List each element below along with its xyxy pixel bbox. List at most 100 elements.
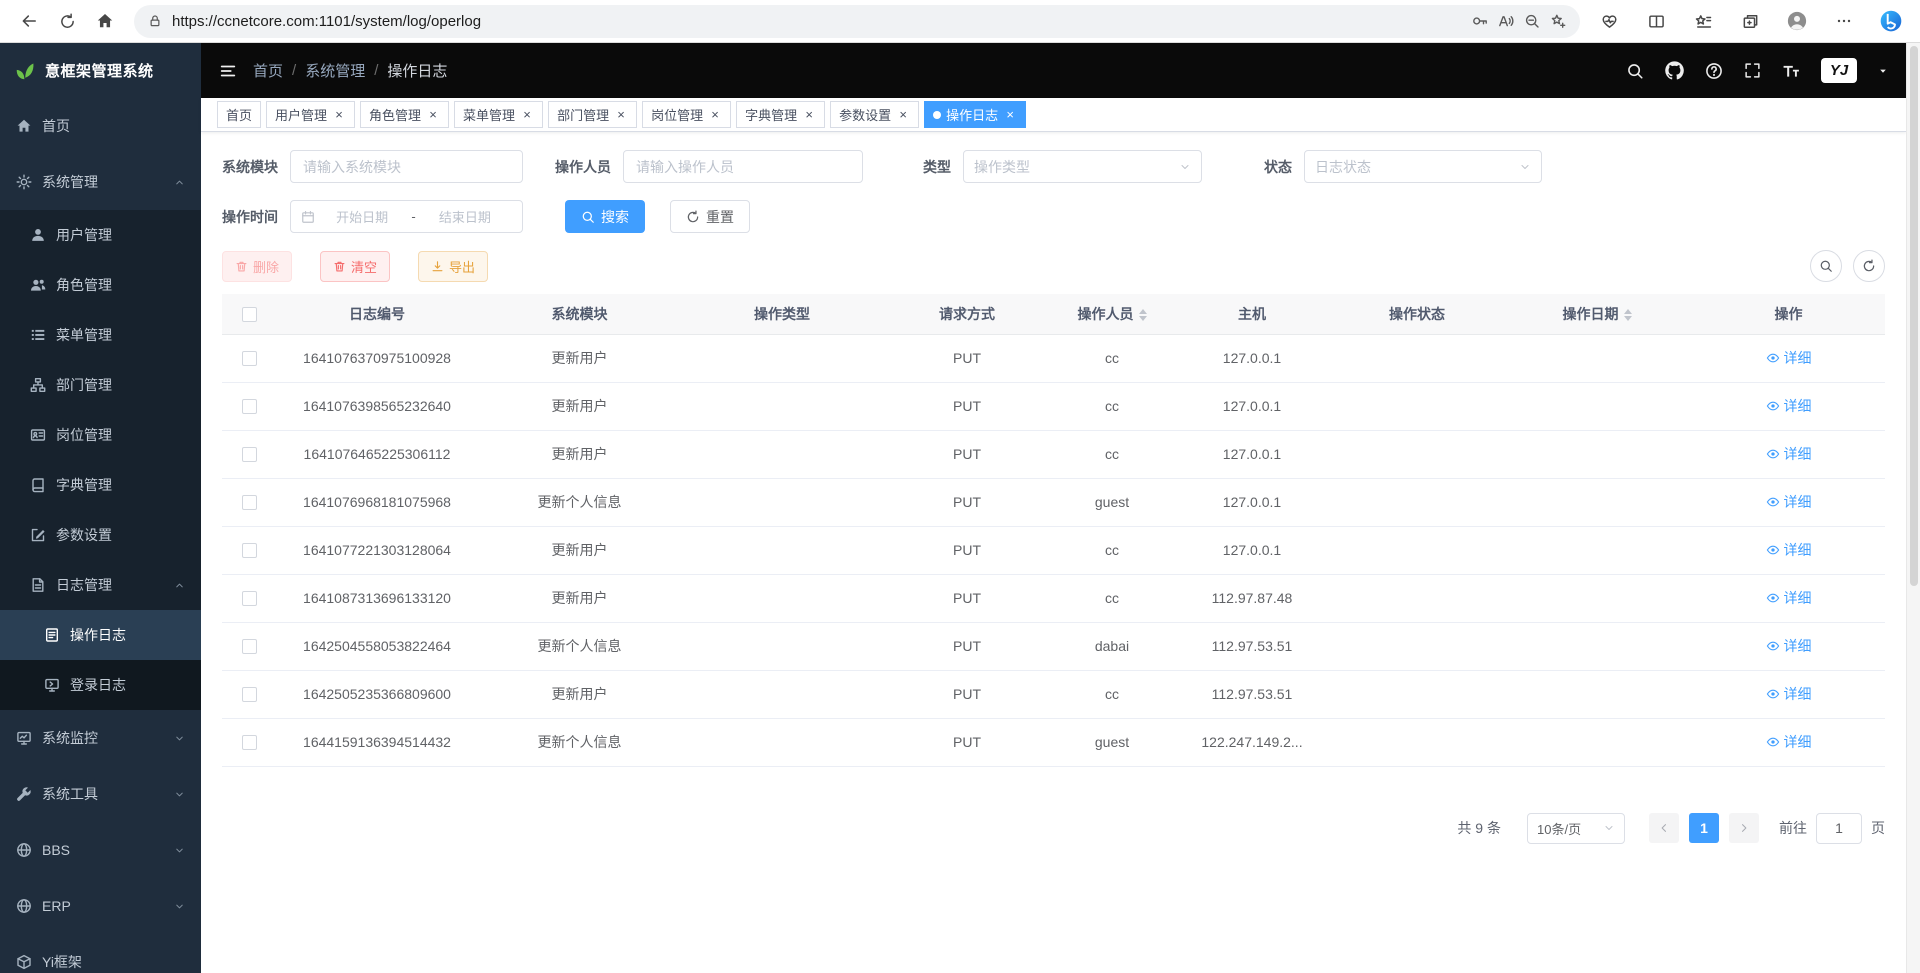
row-checkbox[interactable] <box>242 687 257 702</box>
goto-page-input[interactable] <box>1816 813 1862 844</box>
row-checkbox[interactable] <box>242 399 257 414</box>
detail-link[interactable]: 详细 <box>1766 588 1812 608</box>
select-all-checkbox[interactable] <box>242 307 257 322</box>
sidebar-item-dict-management[interactable]: 字典管理 <box>0 460 201 510</box>
column-header[interactable]: 操作人员 <box>1052 294 1172 334</box>
sort-asc-icon[interactable] <box>1624 309 1632 314</box>
zoom-out-icon[interactable] <box>1524 13 1540 29</box>
row-checkbox[interactable] <box>242 591 257 606</box>
row-checkbox[interactable] <box>242 447 257 462</box>
refresh-table-button[interactable] <box>1853 250 1885 282</box>
sidebar-item-system-tools[interactable]: 系统工具 <box>0 766 201 822</box>
profile-button[interactable] <box>1778 3 1816 39</box>
sort-asc-icon[interactable] <box>1139 309 1147 314</box>
detail-link[interactable]: 详细 <box>1766 348 1812 368</box>
search-button[interactable]: 搜索 <box>565 200 645 233</box>
sidebar-item-user-management[interactable]: 用户管理 <box>0 210 201 260</box>
tab-close-icon[interactable]: × <box>708 108 722 122</box>
sidebar-item-menu-management[interactable]: 菜单管理 <box>0 310 201 360</box>
column-header[interactable]: 操作日期 <box>1502 294 1692 334</box>
sort-desc-icon[interactable] <box>1624 316 1632 321</box>
tab-operation-log[interactable]: 操作日志× <box>924 101 1026 128</box>
github-icon[interactable] <box>1665 61 1684 80</box>
sort-carets-icon[interactable] <box>1139 309 1147 321</box>
row-checkbox[interactable] <box>242 351 257 366</box>
detail-link[interactable]: 详细 <box>1766 732 1812 752</box>
date-range-picker[interactable]: 开始日期 - 结束日期 <box>290 200 523 233</box>
clear-button[interactable]: 清空 <box>320 251 390 282</box>
user-menu-caret-icon[interactable] <box>1878 66 1888 76</box>
detail-link[interactable]: 详细 <box>1766 492 1812 512</box>
status-select[interactable]: 日志状态 <box>1304 150 1542 183</box>
sidebar-item-yi-framework[interactable]: Yi框架 <box>0 934 201 973</box>
sidebar-item-system-management[interactable]: 系统管理 <box>0 154 201 210</box>
tab-dict-management[interactable]: 字典管理× <box>736 101 825 128</box>
sidebar-item-login-log[interactable]: 登录日志 <box>0 660 201 710</box>
sort-desc-icon[interactable] <box>1139 316 1147 321</box>
detail-link[interactable]: 详细 <box>1766 396 1812 416</box>
sidebar-item-dept-management[interactable]: 部门管理 <box>0 360 201 410</box>
scrollbar-thumb[interactable] <box>1910 46 1918 586</box>
tab-user-management[interactable]: 用户管理× <box>266 101 355 128</box>
tab-close-icon[interactable]: × <box>520 108 534 122</box>
row-checkbox[interactable] <box>242 639 257 654</box>
user-avatar-logo[interactable]: YJ <box>1821 58 1857 83</box>
detail-link[interactable]: 详细 <box>1766 540 1812 560</box>
export-button[interactable]: 导出 <box>418 251 488 282</box>
add-favorite-icon[interactable] <box>1550 13 1566 29</box>
prev-page-button[interactable] <box>1649 813 1679 843</box>
sidebar-item-log-management[interactable]: 日志管理 <box>0 560 201 610</box>
fullscreen-icon[interactable] <box>1744 62 1761 79</box>
detail-link[interactable]: 详细 <box>1766 444 1812 464</box>
tab-param-settings[interactable]: 参数设置× <box>830 101 919 128</box>
page-scrollbar[interactable] <box>1906 43 1920 973</box>
password-key-icon[interactable] <box>1472 13 1488 29</box>
settings-more-button[interactable] <box>1825 3 1863 39</box>
sort-carets-icon[interactable] <box>1624 309 1632 321</box>
page-size-select[interactable]: 10条/页 <box>1527 813 1625 844</box>
sidebar-item-erp[interactable]: ERP <box>0 878 201 934</box>
row-checkbox[interactable] <box>242 543 257 558</box>
breadcrumb-home[interactable]: 首页 <box>253 60 283 81</box>
reset-button[interactable]: 重置 <box>670 200 750 233</box>
sidebar-item-param-settings[interactable]: 参数设置 <box>0 510 201 560</box>
delete-button[interactable]: 删除 <box>222 251 292 282</box>
copilot-button[interactable] <box>1872 3 1910 39</box>
tab-close-icon[interactable]: × <box>802 108 816 122</box>
tab-close-icon[interactable]: × <box>614 108 628 122</box>
sidebar-item-home[interactable]: 首页 <box>0 98 201 154</box>
help-icon[interactable] <box>1705 62 1723 80</box>
split-screen-button[interactable] <box>1637 3 1675 39</box>
font-size-icon[interactable] <box>1782 62 1800 80</box>
tab-post-management[interactable]: 岗位管理× <box>642 101 731 128</box>
browser-refresh-button[interactable] <box>48 3 86 39</box>
next-page-button[interactable] <box>1729 813 1759 843</box>
favorites-button[interactable] <box>1684 3 1722 39</box>
browser-home-button[interactable] <box>86 3 124 39</box>
tab-menu-management[interactable]: 菜单管理× <box>454 101 543 128</box>
page-number-button[interactable]: 1 <box>1689 813 1719 843</box>
breadcrumb-system[interactable]: 系统管理 <box>305 60 365 81</box>
sidebar-item-post-management[interactable]: 岗位管理 <box>0 410 201 460</box>
sidebar-item-operation-log[interactable]: 操作日志 <box>0 610 201 660</box>
collections-button[interactable] <box>1731 3 1769 39</box>
row-checkbox[interactable] <box>242 735 257 750</box>
sidebar-item-role-management[interactable]: 角色管理 <box>0 260 201 310</box>
tab-role-management[interactable]: 角色管理× <box>360 101 449 128</box>
sidebar-item-bbs[interactable]: BBS <box>0 822 201 878</box>
browser-essentials-button[interactable] <box>1590 3 1628 39</box>
type-select[interactable]: 操作类型 <box>963 150 1202 183</box>
tab-home[interactable]: 首页 <box>217 101 261 128</box>
show-search-button[interactable] <box>1810 250 1842 282</box>
module-input[interactable] <box>290 150 523 183</box>
tab-close-icon[interactable]: × <box>1003 108 1017 122</box>
tab-close-icon[interactable]: × <box>332 108 346 122</box>
detail-link[interactable]: 详细 <box>1766 684 1812 704</box>
tab-close-icon[interactable]: × <box>426 108 440 122</box>
operator-input[interactable] <box>623 150 863 183</box>
read-aloud-icon[interactable] <box>1498 13 1514 29</box>
sidebar-toggle-icon[interactable] <box>219 62 237 80</box>
row-checkbox[interactable] <box>242 495 257 510</box>
sidebar-item-system-monitor[interactable]: 系统监控 <box>0 710 201 766</box>
tab-close-icon[interactable]: × <box>896 108 910 122</box>
